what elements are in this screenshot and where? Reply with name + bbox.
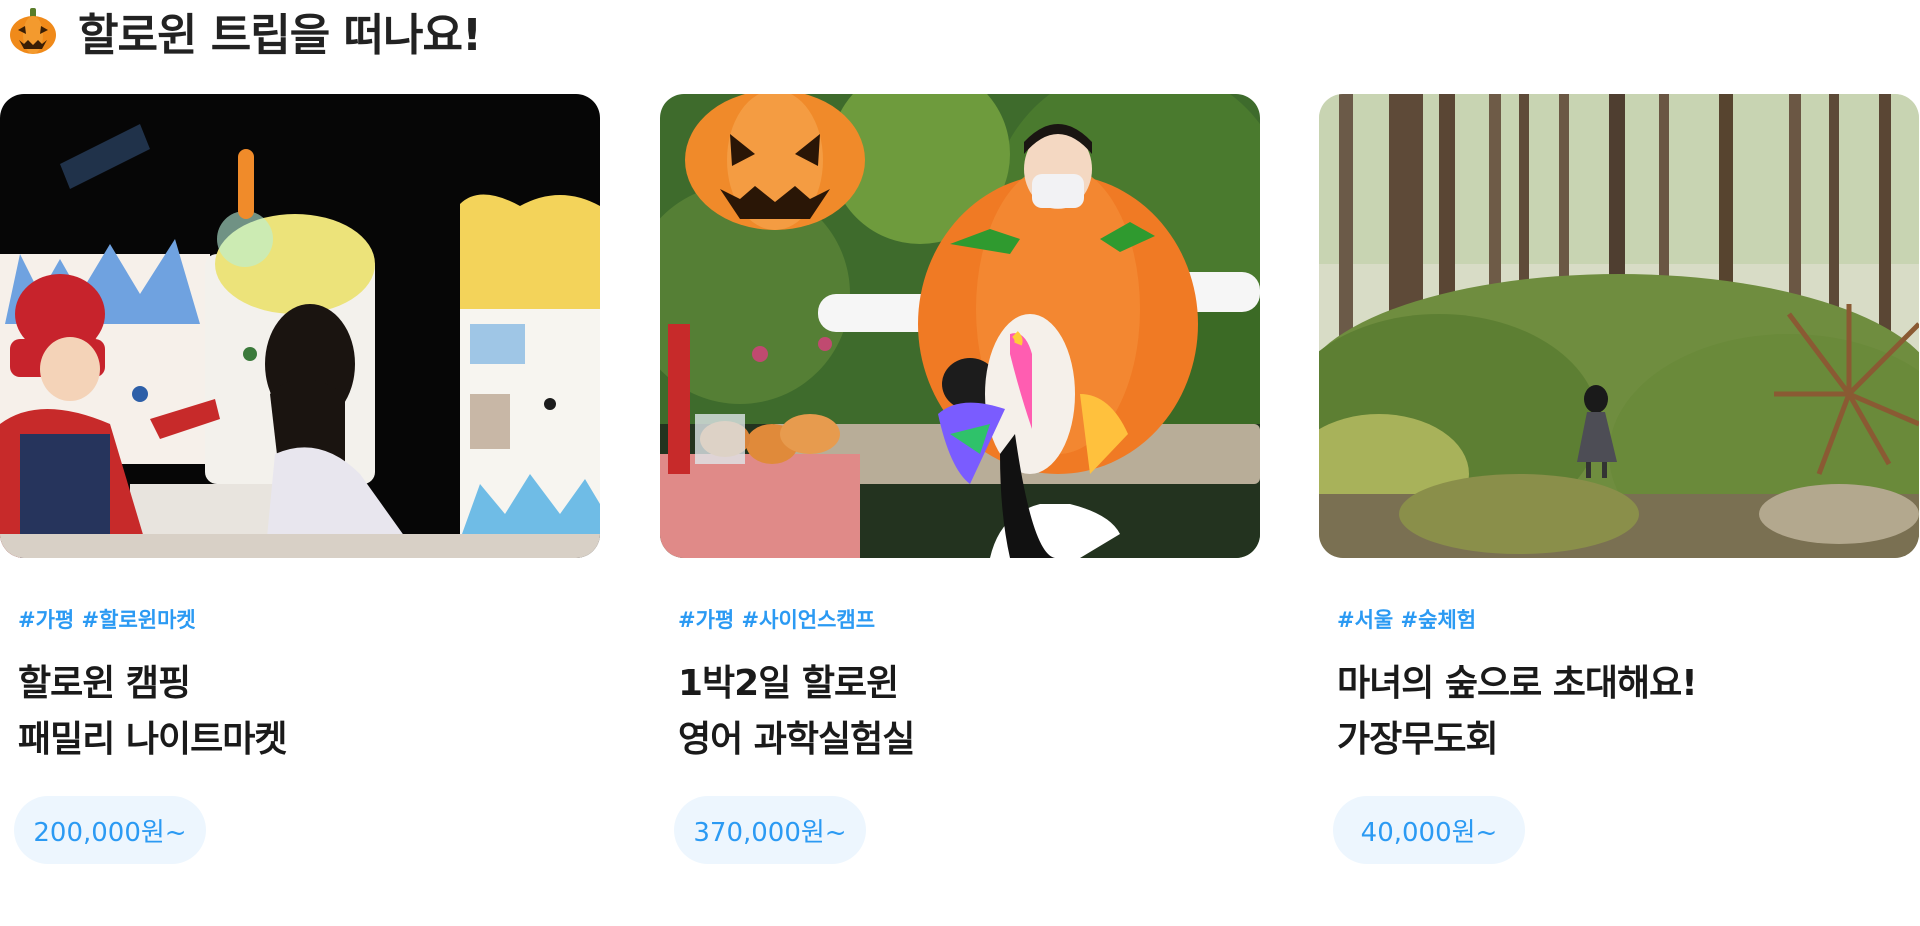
section-title: 할로윈 트립을 떠나요!: [78, 10, 482, 61]
price-badge[interactable]: 200,000원~: [14, 796, 206, 864]
card-title-line: 패밀리 나이트마켓: [18, 719, 288, 760]
halloween-trip-section: 할로윈 트립을 떠나요! #가평 #할로윈마켓 할로윈 캠핑 패밀리 나이트마켓…: [0, 0, 1920, 926]
card-title[interactable]: 할로윈 캠핑 패밀리 나이트마켓: [18, 656, 600, 768]
pumpkin-costume-photo[interactable]: [660, 94, 1260, 558]
card-title-line: 영어 과학실험실: [678, 719, 915, 760]
jack-o-lantern-icon: [10, 8, 56, 54]
card-tags: #가평 #사이언스캠프: [678, 608, 876, 632]
forest-photo[interactable]: [1319, 94, 1919, 558]
night-market-photo[interactable]: [0, 94, 600, 558]
card-title[interactable]: 1박2일 할로윈 영어 과학실험실: [678, 656, 1260, 768]
card-title[interactable]: 마녀의 숲으로 초대해요! 가장무도회: [1337, 656, 1919, 768]
card-tags: #가평 #할로윈마켓: [18, 608, 196, 632]
price-badge[interactable]: 370,000원~: [674, 796, 866, 864]
card-title-line: 마녀의 숲으로 초대해요!: [1337, 663, 1698, 704]
card-title-line: 1박2일 할로윈: [678, 663, 899, 704]
section-heading: 할로윈 트립을 떠나요!: [8, 2, 482, 61]
price-badge[interactable]: 40,000원~: [1333, 796, 1525, 864]
trip-card[interactable]: #가평 #사이언스캠프 1박2일 할로윈 영어 과학실험실 370,000원~: [660, 94, 1260, 864]
trip-card[interactable]: #서울 #숲체험 마녀의 숲으로 초대해요! 가장무도회 40,000원~: [1319, 94, 1919, 864]
card-tags: #서울 #숲체험: [1337, 608, 1477, 632]
card-title-line: 할로윈 캠핑: [18, 663, 191, 704]
card-title-line: 가장무도회: [1337, 719, 1499, 760]
trip-card[interactable]: #가평 #할로윈마켓 할로윈 캠핑 패밀리 나이트마켓 200,000원~: [0, 94, 600, 864]
